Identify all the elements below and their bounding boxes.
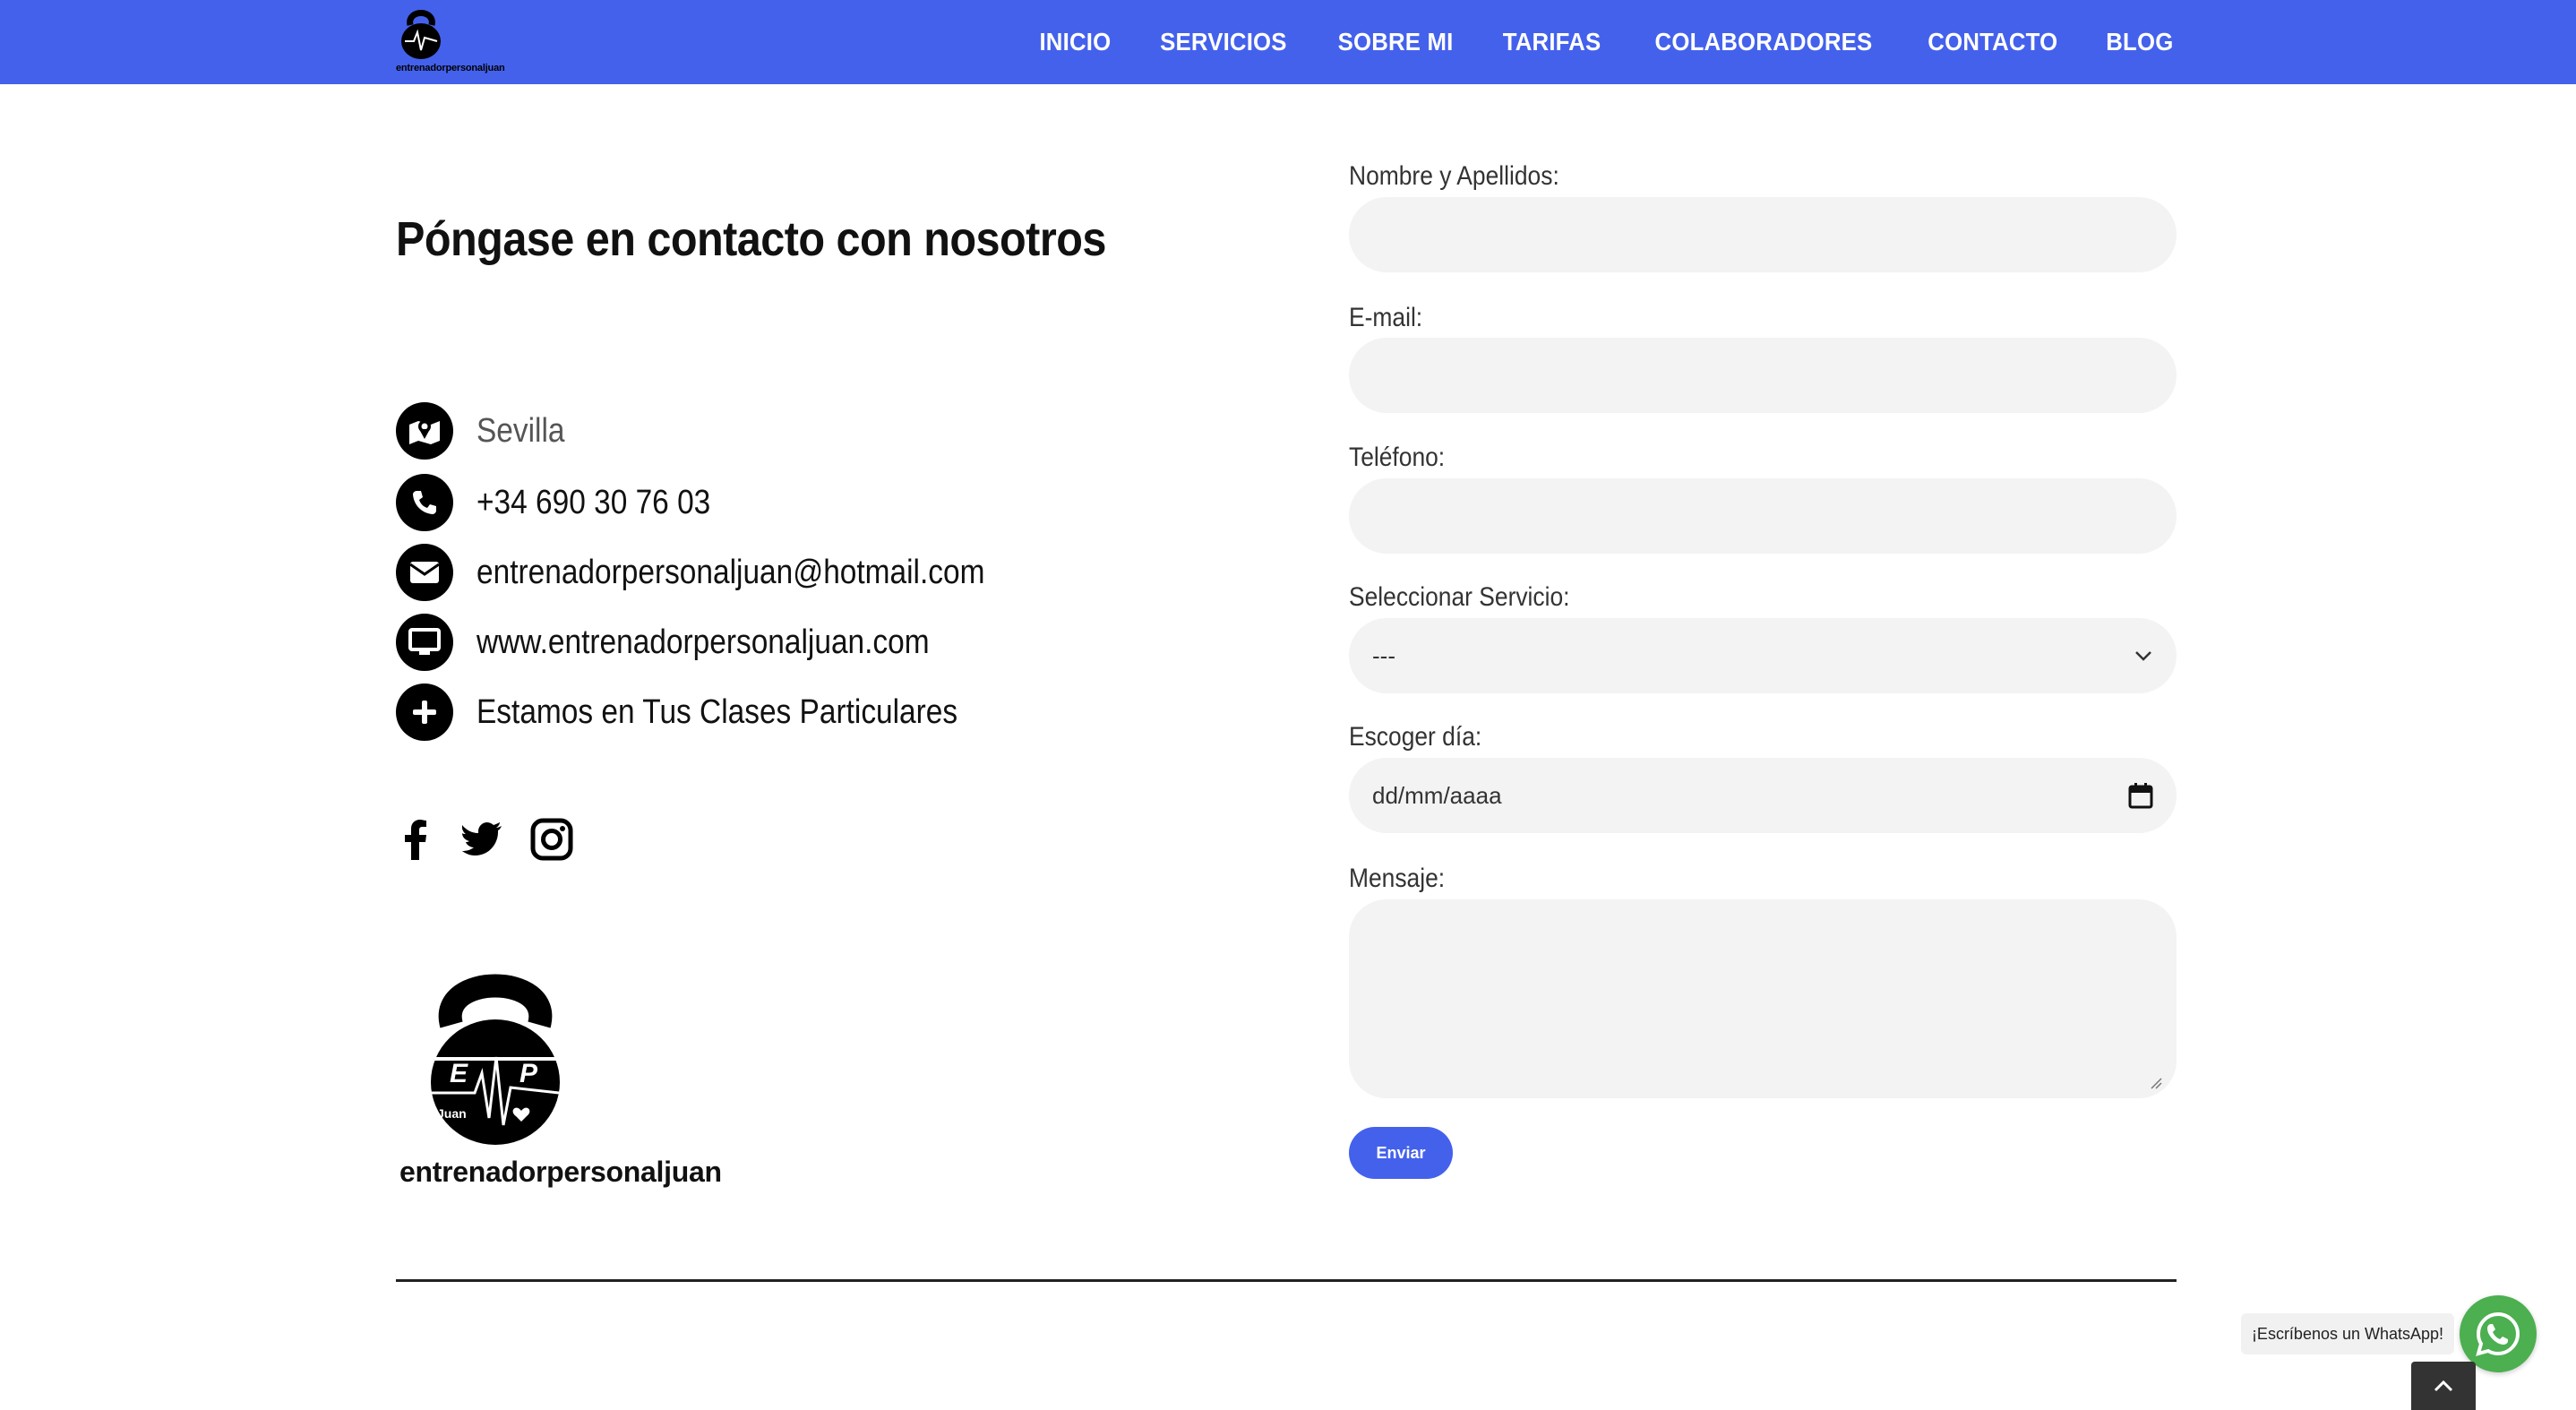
facebook-icon[interactable] <box>396 817 435 866</box>
nav-sobre-mi[interactable]: SOBRE MI <box>1337 28 1453 56</box>
footer-logo: E P Juan entrenadorpersonaljuan <box>396 967 722 1191</box>
nav-contacto[interactable]: CONTACTO <box>1928 28 2057 56</box>
main-nav: INICIO SERVICIOS SOBRE MI TARIFAS COLABO… <box>1036 0 2177 84</box>
message-textarea[interactable] <box>1349 899 2177 1098</box>
page-title: Póngase en contacto con nosotros <box>396 212 1106 266</box>
instagram-icon[interactable] <box>530 818 573 865</box>
chevron-down-icon <box>2135 651 2151 661</box>
submit-button[interactable]: Enviar <box>1349 1127 1453 1179</box>
brand-text: entrenadorpersonaljuan <box>396 63 505 73</box>
logo-letter-right: P <box>519 1059 538 1088</box>
contact-item-website[interactable]: www.entrenadorpersonaljuan.com <box>396 613 992 672</box>
map-icon <box>396 402 453 460</box>
name-label: Nombre y Apellidos: <box>1349 161 1559 191</box>
whatsapp-icon <box>2476 1311 2520 1356</box>
footer-logo-text: entrenadorpersonaljuan <box>399 1156 722 1188</box>
contact-website-text[interactable]: www.entrenadorpersonaljuan.com <box>477 623 930 662</box>
monitor-icon <box>396 614 453 671</box>
kettlebell-logo-icon <box>401 10 441 59</box>
message-label: Mensaje: <box>1349 864 1446 893</box>
nav-inicio[interactable]: INICIO <box>1039 28 1111 56</box>
logo-small-text: Juan <box>437 1106 467 1121</box>
contact-location-text: Sevilla <box>477 411 565 450</box>
envelope-icon <box>396 544 453 601</box>
contact-item-phone[interactable]: +34 690 30 76 03 <box>396 473 743 532</box>
contact-extra-text: Estamos en Tus Clases Particulares <box>477 692 958 731</box>
nav-blog[interactable]: BLOG <box>2107 28 2174 56</box>
phone-label: Teléfono: <box>1349 443 1446 472</box>
whatsapp-tooltip[interactable]: ¡Escríbenos un WhatsApp! <box>2241 1313 2454 1354</box>
chevron-up-icon <box>2434 1380 2453 1392</box>
service-select[interactable]: --- <box>1349 618 2177 693</box>
back-to-top-button[interactable] <box>2411 1362 2476 1410</box>
contact-email-text[interactable]: entrenadorpersonaljuan@hotmail.com <box>477 554 984 592</box>
contact-item-extra: Estamos en Tus Clases Particulares <box>396 683 1023 742</box>
resize-handle-icon[interactable] <box>2150 1077 2162 1089</box>
section-divider <box>396 1279 2177 1282</box>
calendar-icon[interactable] <box>2128 782 2153 809</box>
nav-colaboradores[interactable]: COLABORADORES <box>1654 28 1872 56</box>
contact-item-email[interactable]: entrenadorpersonaljuan@hotmail.com <box>396 543 1054 602</box>
twitter-icon[interactable] <box>461 821 503 862</box>
logo-letter-left: E <box>450 1059 468 1088</box>
email-input[interactable] <box>1349 338 2177 413</box>
kettlebell-logo-icon: E P Juan <box>431 974 560 1145</box>
date-label: Escoger día: <box>1349 722 1482 752</box>
social-links <box>396 817 573 866</box>
service-label: Seleccionar Servicio: <box>1349 582 1570 612</box>
contact-phone-text[interactable]: +34 690 30 76 03 <box>477 484 710 522</box>
date-placeholder: dd/mm/aaaa <box>1372 781 1502 809</box>
contact-item-location: Sevilla <box>396 401 577 460</box>
plus-icon <box>396 684 453 741</box>
top-navigation-bar: entrenadorpersonaljuan INICIO SERVICIOS … <box>0 0 2576 84</box>
date-input[interactable]: dd/mm/aaaa <box>1349 758 2177 833</box>
phone-input[interactable] <box>1349 478 2177 554</box>
name-input[interactable] <box>1349 197 2177 272</box>
phone-icon <box>396 474 453 531</box>
email-label: E-mail: <box>1349 303 1423 332</box>
service-select-value: --- <box>1372 641 1395 669</box>
brand-logo[interactable]: entrenadorpersonaljuan <box>396 5 505 73</box>
nav-servicios[interactable]: SERVICIOS <box>1160 28 1286 56</box>
nav-tarifas[interactable]: TARIFAS <box>1502 28 1601 56</box>
